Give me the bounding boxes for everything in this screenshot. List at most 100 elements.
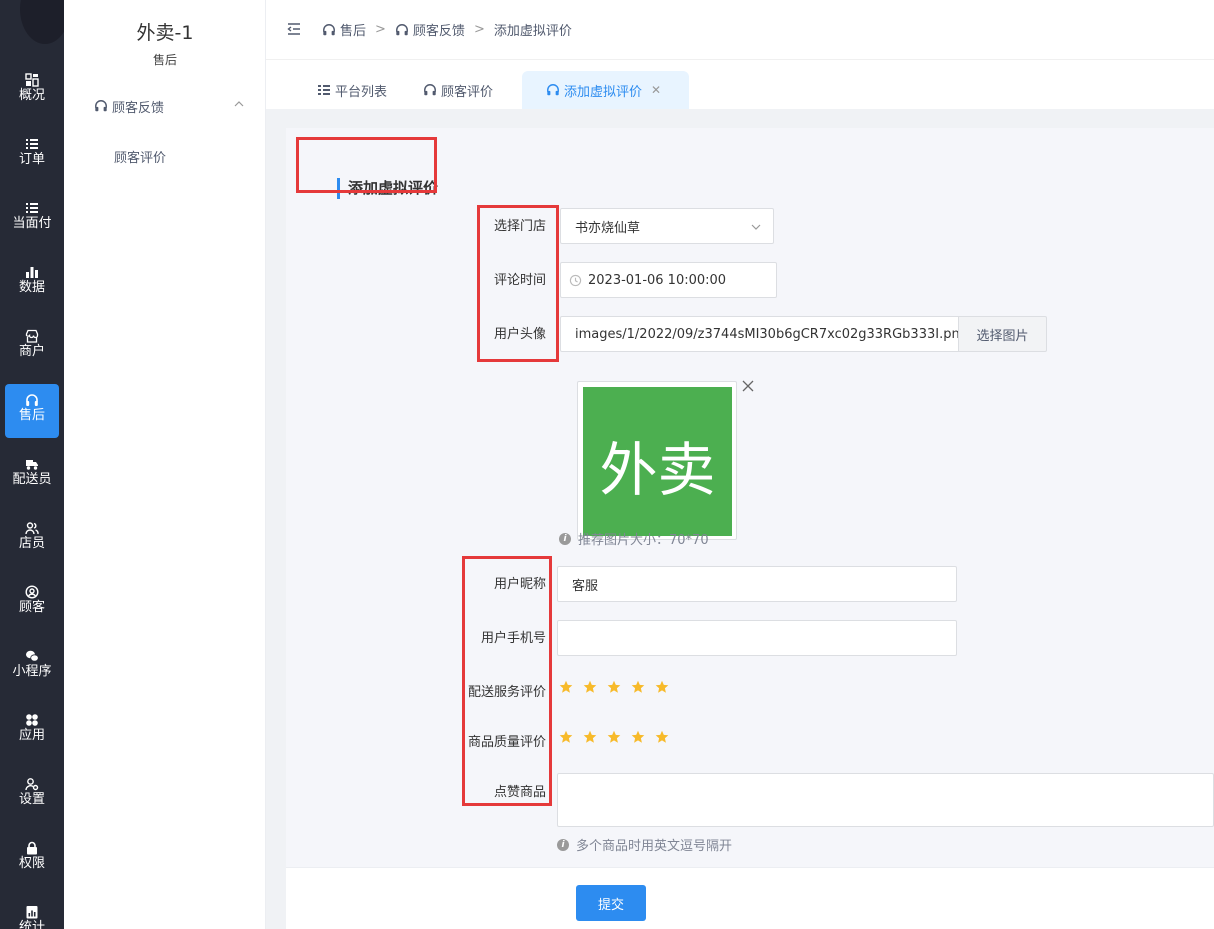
phone-input[interactable] [557, 620, 957, 656]
store-icon [25, 329, 39, 343]
list-icon [25, 137, 39, 151]
nav-item-label: 配送员 [12, 472, 52, 487]
star-icon[interactable] [583, 730, 597, 744]
nav-item-label: 小程序 [12, 664, 52, 679]
nav-item[interactable]: 设置 [5, 768, 59, 822]
nav-item[interactable]: 小程序 [5, 640, 59, 694]
nav-item-label: 统计 [18, 920, 45, 929]
star-icon[interactable] [631, 680, 645, 694]
headset-icon [395, 23, 408, 35]
headset-icon [323, 23, 335, 35]
breadcrumb: 售后 > 顾客反馈 > 添加虚拟评价 [322, 20, 572, 39]
nav-item[interactable]: 当面付 [5, 192, 59, 246]
highlight-box [462, 556, 552, 806]
nav-item[interactable]: 应用 [5, 704, 59, 758]
star-icon[interactable] [607, 730, 621, 744]
avatar-preview: 外卖 [577, 381, 737, 540]
headset-icon [424, 84, 436, 96]
tab-bar: 平台列表 顾客评价 添加虚拟评价 ✕ [266, 60, 1214, 109]
time-value: 2023-01-06 10:00:00 [588, 272, 727, 288]
sidebar-group-feedback[interactable]: 顾客反馈 [94, 96, 244, 116]
lock-icon [25, 841, 39, 855]
pick-image-button[interactable]: 选择图片 [958, 316, 1047, 352]
highlight-box [477, 205, 559, 362]
close-icon[interactable] [741, 379, 755, 393]
report-icon [25, 905, 39, 919]
avatar-path-value: images/1/2022/09/z3744sMI30b6gCR7xc02g33… [575, 326, 959, 342]
star-icon[interactable] [559, 680, 573, 694]
secondary-sidebar: 外卖-1 售后 顾客反馈 顾客评价 [64, 0, 266, 929]
breadcrumb-item[interactable]: 顾客反馈 [395, 20, 465, 39]
delivery-rating-stars [559, 680, 679, 694]
user-settings-icon [25, 777, 39, 791]
star-icon[interactable] [655, 730, 669, 744]
nav-item-label: 商户 [18, 344, 45, 359]
list-icon [318, 85, 330, 95]
list-icon [25, 201, 39, 215]
quality-rating-stars [559, 730, 679, 744]
star-icon[interactable] [631, 730, 645, 744]
bar-chart-icon [25, 265, 39, 279]
close-tab-icon[interactable]: ✕ [651, 83, 661, 97]
nav-item[interactable]: 商户 [5, 320, 59, 374]
liked-goods-textarea[interactable] [557, 773, 1214, 827]
nav-item-label: 店员 [18, 536, 45, 551]
nickname-value: 客服 [572, 578, 599, 594]
sidebar-item-reviews[interactable]: 顾客评价 [114, 147, 166, 166]
highlight-box [296, 137, 437, 193]
nav-item[interactable]: 数据 [5, 256, 59, 310]
info-icon: i [559, 532, 571, 545]
collapse-menu-icon[interactable] [287, 22, 301, 36]
breadcrumb-separator: > [375, 22, 386, 37]
avatar-hint: i 推荐图片大小：70*70 [559, 529, 709, 548]
nav-item[interactable]: 售后 [5, 384, 59, 438]
submit-button[interactable]: 提交 [576, 885, 646, 921]
nav-item[interactable]: 概况 [5, 64, 59, 118]
info-icon: i [557, 838, 569, 851]
nav-item[interactable]: 订单 [5, 128, 59, 182]
nickname-input[interactable]: 客服 [557, 566, 957, 602]
nav-item[interactable]: 权限 [5, 832, 59, 886]
breadcrumb-current: 添加虚拟评价 [493, 24, 572, 39]
nav-item-label: 售后 [18, 408, 45, 423]
nav-item-label: 数据 [18, 280, 45, 295]
nav-item-label: 当面付 [12, 216, 52, 231]
tab-customer-reviews[interactable]: 顾客评价 [423, 71, 493, 109]
nav-item-label: 概况 [18, 88, 45, 103]
main-nav: 概况订单当面付数据商户售后配送员店员顾客小程序应用设置权限统计 [0, 0, 70, 929]
store-select-value: 书亦烧仙草 [575, 220, 641, 236]
chevron-up-icon [234, 101, 244, 107]
nav-item[interactable]: 统计 [5, 896, 59, 929]
wechat-icon [25, 649, 39, 663]
dashboard-icon [25, 73, 39, 87]
nav-item[interactable]: 店员 [5, 512, 59, 566]
delivery-icon [25, 457, 39, 471]
store-select[interactable]: 书亦烧仙草 [560, 208, 774, 244]
time-picker[interactable]: 2023-01-06 10:00:00 [560, 262, 777, 298]
nav-item[interactable]: 顾客 [5, 576, 59, 630]
star-icon[interactable] [583, 680, 597, 694]
tab-platform-list[interactable]: 平台列表 [317, 71, 387, 109]
nav-item-label: 顾客 [18, 600, 45, 615]
star-icon[interactable] [607, 680, 621, 694]
logo [20, 0, 70, 44]
apps-icon [25, 713, 39, 727]
user-circle-icon [25, 585, 39, 599]
headset-icon [95, 100, 107, 112]
breadcrumb-item[interactable]: 售后 [322, 20, 366, 39]
liked-goods-hint: i 多个商品时用英文逗号隔开 [557, 835, 732, 854]
avatar-path-input[interactable]: images/1/2022/09/z3744sMI30b6gCR7xc02g33… [560, 316, 959, 352]
star-icon[interactable] [559, 730, 573, 744]
users-icon [25, 521, 39, 535]
tab-add-virtual-review[interactable]: 添加虚拟评价 ✕ [522, 71, 689, 109]
nav-item-label: 订单 [18, 152, 45, 167]
nav-item-label: 权限 [18, 856, 45, 871]
nav-item-label: 应用 [18, 728, 45, 743]
avatar-image: 外卖 [583, 387, 732, 536]
chevron-down-icon [751, 224, 761, 230]
headset-icon [25, 393, 39, 407]
clock-icon [569, 274, 582, 286]
nav-item[interactable]: 配送员 [5, 448, 59, 502]
star-icon[interactable] [655, 680, 669, 694]
section-name: 售后 [64, 51, 266, 68]
